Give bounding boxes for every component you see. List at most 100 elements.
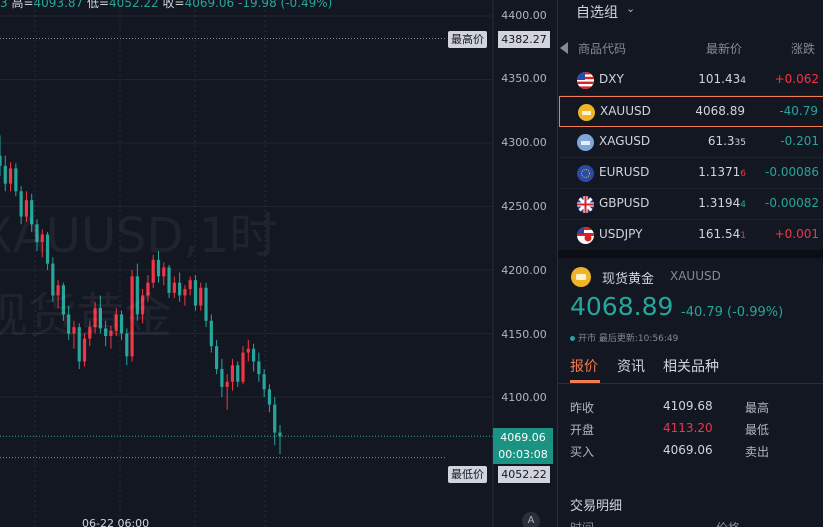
- collapse-caret-icon[interactable]: [560, 42, 568, 54]
- candle-body: [262, 374, 266, 390]
- active-tab-indicator: [570, 380, 600, 383]
- price-change: -0.00082: [765, 196, 819, 210]
- candle-body: [225, 381, 229, 387]
- header-last[interactable]: 最新价: [706, 40, 742, 58]
- watchlist-row-xagusd[interactable]: XAGUSD 61.335 -0.201: [559, 127, 823, 158]
- ohlc-close: 4069.06: [184, 0, 235, 10]
- auto-scale-button[interactable]: A: [522, 512, 540, 527]
- watchlist-title[interactable]: 自选组: [576, 2, 618, 22]
- right-panel: 自选组 ⌄ 商品代码 最新价 涨跌 DXY 101.434 +0.062 XAU…: [557, 0, 823, 527]
- header-symbol[interactable]: 商品代码: [578, 40, 626, 58]
- y-tick-label: 4350.00: [501, 72, 547, 85]
- price-chart[interactable]: XAUUSD,1时 现货黄金 3 高=4093.87 低=4052.22 收=4…: [0, 0, 556, 527]
- ohlc-low: 4052.22: [109, 0, 159, 10]
- ohlc-change: -19.98: [238, 0, 277, 10]
- candle-body: [215, 346, 219, 370]
- silver-icon: [577, 134, 594, 151]
- trades-header-time: 时间: [570, 519, 594, 527]
- ohlc-change-pct: (-0.49%): [280, 0, 333, 10]
- candle-body: [267, 389, 272, 405]
- detail-price: 4068.89: [570, 292, 674, 321]
- candle-body: [220, 369, 224, 387]
- last-price: 101.434: [698, 72, 746, 86]
- last-updated: 最后更新:10:56:49: [598, 334, 679, 344]
- candle-body: [178, 282, 182, 296]
- tab-quote[interactable]: 报价: [570, 356, 598, 376]
- detail-code: XAUUSD: [670, 269, 721, 283]
- candle-body: [209, 320, 213, 347]
- symbol-name: XAGUSD: [599, 134, 651, 148]
- watchlist-row-xauusd[interactable]: XAUUSD 4068.89 -40.79: [559, 96, 823, 127]
- low-label: 最低: [745, 423, 770, 437]
- tab-news[interactable]: 资讯: [617, 356, 645, 376]
- ohlc-high: 4093.87: [33, 0, 84, 10]
- header-change[interactable]: 涨跌: [791, 40, 815, 58]
- us-jp-flag-icon: [577, 227, 594, 244]
- candle-body: [193, 280, 198, 306]
- gb-us-flag-icon: [577, 196, 594, 213]
- candle-body: [257, 361, 261, 375]
- x-time-label: 06-22 06:00: [82, 517, 150, 527]
- detail-name: 现货黄金: [602, 272, 655, 287]
- candle-body: [251, 348, 256, 362]
- symbol-name: GBPUSD: [599, 196, 650, 210]
- ask-label: 卖出: [745, 445, 770, 459]
- eu-us-flag-icon: [577, 165, 594, 182]
- low-marker-label: 最低价: [448, 466, 487, 483]
- last-price: 61.335: [707, 134, 746, 148]
- candle-body: [183, 289, 187, 296]
- candle-body: [188, 280, 192, 290]
- candle-body: [230, 365, 235, 382]
- watchlist-row-usdjpy[interactable]: USDJPY 161.541 +0.001: [559, 220, 823, 251]
- symbol-name: USDJPY: [599, 227, 643, 241]
- price-change: -0.201: [780, 134, 819, 148]
- last-price: 161.541: [698, 227, 746, 241]
- chevron-down-icon[interactable]: ⌄: [626, 2, 635, 15]
- watchlist-row-dxy[interactable]: DXY 101.434 +0.062: [559, 65, 823, 96]
- candle-body: [8, 168, 13, 184]
- prev-close-value: 4109.68: [663, 399, 713, 413]
- candle-body: [199, 287, 203, 306]
- tab-related[interactable]: 相关品种: [663, 356, 719, 376]
- market-status: 开市 最后更新:10:56:49: [570, 331, 678, 344]
- candle-body: [246, 348, 250, 353]
- candle-body: [14, 168, 18, 192]
- price-change: -40.79: [779, 104, 818, 118]
- price-change: -0.00086: [765, 165, 819, 179]
- candle-body: [236, 365, 240, 382]
- candle-body: [241, 352, 245, 382]
- ohlc-low-label: 低=: [86, 0, 110, 10]
- candle-body: [204, 287, 208, 321]
- watchlist-row-gbpusd[interactable]: GBPUSD 1.31944 -0.00082: [559, 189, 823, 220]
- chart-watermark-symbol: XAUUSD,1时: [0, 208, 278, 264]
- last-price: 1.31944: [698, 196, 746, 210]
- y-tick-label: 4250.00: [501, 200, 547, 213]
- candle-body: [0, 155, 2, 166]
- y-tick-label: 4150.00: [501, 328, 547, 341]
- symbol-name: EURUSD: [599, 165, 650, 179]
- tab-divider: [558, 383, 823, 384]
- last-price: 1.13716: [698, 165, 746, 179]
- trades-header-price: 价格: [716, 519, 740, 527]
- candle-body: [273, 404, 277, 433]
- price-change: +0.062: [774, 72, 819, 86]
- last-price: 4068.89: [695, 104, 745, 118]
- bid-label: 买入: [570, 445, 595, 459]
- bar-countdown: 00:03:08: [498, 448, 548, 461]
- y-tick-label: 4100.00: [501, 391, 547, 404]
- current-price-tag: 4069.06 00:03:08: [493, 428, 553, 464]
- low-marker-value: 4052.22: [498, 466, 550, 483]
- open-label: 开盘: [570, 423, 595, 437]
- candle-body: [3, 165, 7, 184]
- chart-watermark-name: 现货黄金: [0, 288, 173, 344]
- bid-value: 4069.06: [663, 443, 713, 457]
- prev-close-label: 昨收: [570, 401, 595, 415]
- ohlc-legend: 3 高=4093.87 低=4052.22 收=4069.06 -19.98 (…: [0, 0, 332, 11]
- watchlist-row-eurusd[interactable]: EURUSD 1.13716 -0.00086: [559, 158, 823, 189]
- candle-body: [278, 432, 282, 437]
- y-tick-label: 4400.00: [501, 9, 547, 22]
- high-marker-label: 最高价: [448, 31, 487, 48]
- status-dot-icon: [570, 336, 575, 341]
- open-value: 4113.20: [663, 421, 713, 435]
- us-flag-icon: [577, 72, 594, 89]
